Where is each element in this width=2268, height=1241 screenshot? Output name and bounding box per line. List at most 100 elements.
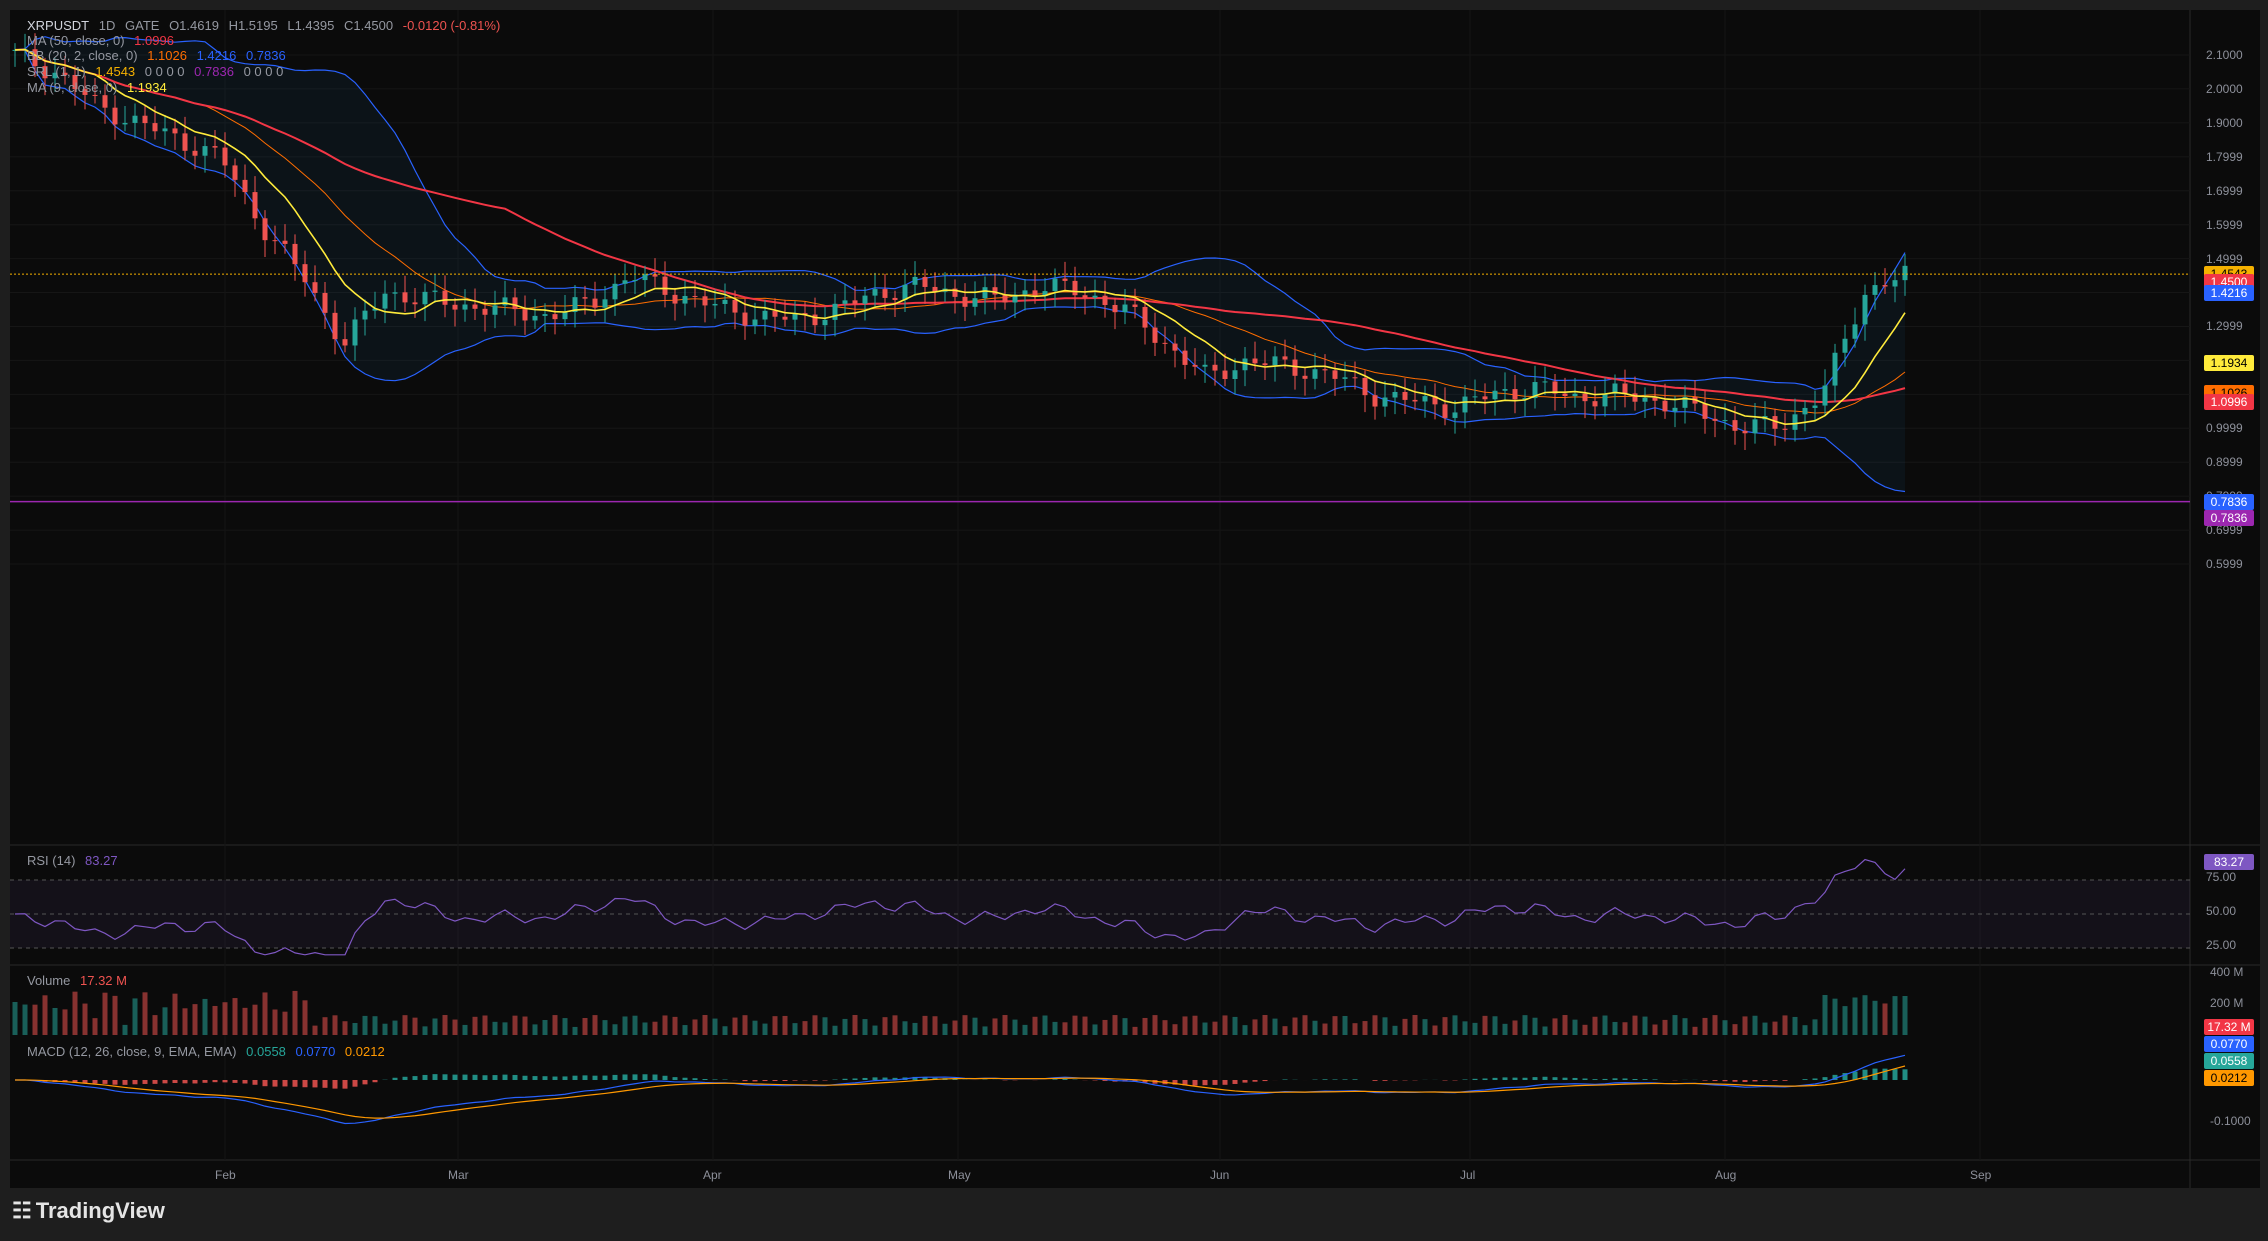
candle-body [902,284,908,301]
volume-bar [652,1021,658,1035]
macd-hist-badge: 0.0212 [2204,1070,2254,1086]
candle-body [1022,290,1028,295]
candle-body [542,314,548,316]
volume-bar [682,1025,688,1035]
candle-body [552,314,558,320]
candle-body [92,94,98,96]
chart-canvas[interactable] [10,10,2260,1188]
candle-body [1622,383,1628,394]
volume-bar [872,1025,878,1035]
volume-bar [1402,1018,1408,1035]
time-axis-label: May [948,1168,971,1182]
candle-body [1482,396,1488,400]
volume-bar [312,1025,318,1035]
macd-histogram-bar [162,1080,168,1084]
chart-frame[interactable]: XRPUSDT 1D GATE O1.4619 H1.5195 L1.4395 … [10,10,2260,1188]
high-value: H1.5195 [228,18,278,33]
candle-body [1792,414,1798,430]
macd-histogram-bar [1812,1078,1818,1080]
candle-body [352,319,358,346]
rsi-legend[interactable]: RSI (14) 83.27 [27,853,124,868]
price-axis-label: 0.8999 [2206,455,2243,470]
macd-histogram-bar [1552,1077,1558,1080]
macd-histogram-bar [452,1074,458,1080]
candle-body [1882,285,1888,287]
volume-bar [672,1016,678,1035]
volume-bar [372,1016,378,1035]
macd-histogram-bar [272,1080,278,1087]
volume-bar [1612,1021,1618,1035]
candle-body [402,292,408,303]
volume-bar [572,1026,578,1035]
macd-histogram-bar [1622,1078,1628,1080]
legend-row-ma50[interactable]: MA (50, close, 0) 1.0996 [27,33,180,48]
volume-bar [1362,1021,1368,1035]
volume-legend[interactable]: Volume 17.32 M [27,973,133,988]
candle-body [1082,295,1088,298]
volume-bar [1072,1015,1078,1035]
volume-bar [982,1026,988,1035]
rsi-axis-75: 75.00 [2206,870,2237,884]
price-badge: 1.1934 [2204,354,2254,371]
macd-histogram-bar [1612,1078,1618,1080]
macd-histogram-bar [1762,1080,1768,1081]
candle-body [1562,393,1568,396]
macd-histogram-bar [1752,1080,1758,1082]
candle-body [632,280,638,282]
macd-histogram-bar [432,1074,438,1080]
candle-body [1782,428,1788,430]
volume-bar [1082,1016,1088,1035]
volume-bar [1142,1017,1148,1035]
volume-bar [1862,995,1868,1035]
macd-histogram-bar [522,1075,528,1080]
candle-body [622,280,628,284]
macd-histogram-bar [762,1080,768,1082]
volume-bar [852,1015,858,1035]
volume-bar [752,1020,758,1035]
macd-histogram-bar [1212,1080,1218,1085]
volume-bar [782,1015,788,1035]
candle-body [1052,278,1058,292]
volume-bar [102,992,108,1035]
volume-bar [1332,1016,1338,1035]
candle-body [1162,342,1168,344]
volume-bar [772,1016,778,1035]
candle-body [1132,304,1138,307]
macd-histogram-bar [1602,1078,1608,1080]
candle-body [1272,356,1278,366]
macd-histogram-bar [1782,1080,1788,1081]
candle-body [1092,295,1098,298]
candle-body [1822,385,1828,406]
volume-bar [942,1023,948,1035]
candle-body [732,299,738,313]
exchange-label: GATE [125,18,160,33]
volume-bar [582,1018,588,1035]
candle-body [872,289,878,296]
tradingview-logo-icon: ☷ [12,1198,32,1223]
volume-bar [1122,1018,1128,1035]
volume-bar [1312,1020,1318,1035]
candle-body [922,276,928,287]
volume-bar [172,993,178,1035]
tradingview-brand[interactable]: ☷ TradingView [12,1196,165,1226]
volume-bar [52,1007,58,1035]
candle-body [382,293,388,309]
srl-value2: 0.7836 [194,64,234,79]
macd-legend[interactable]: MACD (12, 26, close, 9, EMA, EMA) 0.0558… [27,1044,391,1059]
legend-row-srl[interactable]: SRL (1, 1) 1.4543 0 0 0 0 0.7836 0 0 0 0 [27,64,289,79]
macd-histogram-bar [782,1080,788,1081]
bb-upper-value: 1.4216 [196,48,237,63]
candle-body [1472,396,1478,398]
legend-row-bb[interactable]: BB (20, 2, close, 0) 1.1026 1.4216 0.783… [27,48,292,63]
macd-histogram-bar [702,1079,708,1080]
candle-body [1342,377,1348,379]
macd-histogram-bar [352,1080,358,1087]
volume-bar [802,1021,808,1035]
volume-axis-400m: 400 M [2210,965,2244,979]
candle-body [1842,338,1848,353]
macd-histogram-bar [652,1074,658,1080]
macd-histogram-bar [1822,1077,1828,1080]
legend-row-ma9[interactable]: MA (9, close, 0) 1.1934 [27,80,173,95]
candle-body [1892,280,1898,287]
volume-bar [512,1015,518,1035]
